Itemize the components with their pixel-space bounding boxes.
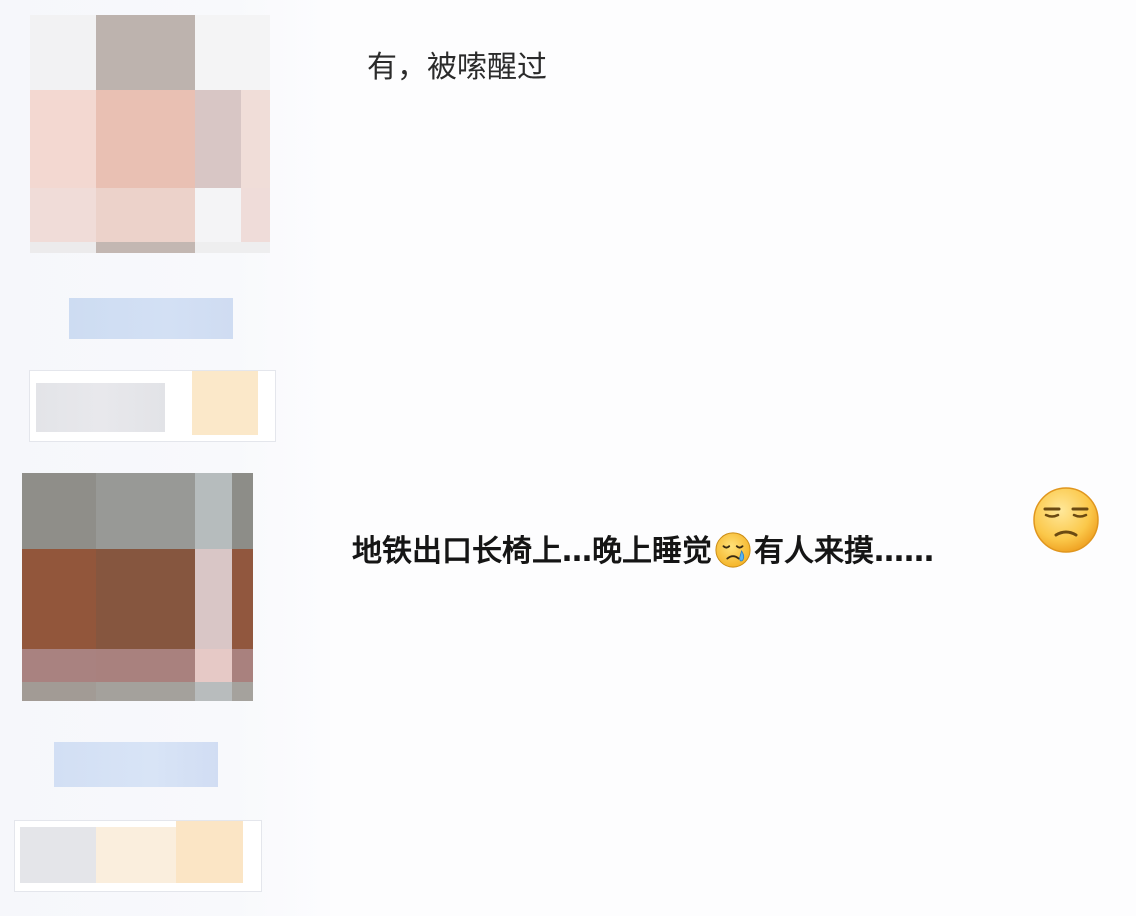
blurred-avatar-2[interactable] <box>22 473 253 701</box>
mosaic-cell <box>96 188 195 242</box>
mosaic-cell <box>241 90 270 188</box>
mosaic-cell <box>22 473 96 549</box>
mosaic-cell <box>195 682 232 701</box>
mosaic-cell <box>96 649 195 682</box>
blurred-username-2[interactable] <box>54 742 218 787</box>
mosaic-cell <box>22 549 96 649</box>
mosaic-cell <box>195 649 232 682</box>
mosaic-cell <box>195 242 241 253</box>
blurred-user-info-2 <box>14 820 262 892</box>
mosaic-cell <box>96 549 195 649</box>
mosaic-cell <box>96 90 195 188</box>
mosaic-cell <box>96 473 195 549</box>
blurred-badge <box>192 371 258 435</box>
mosaic-cell <box>241 188 270 242</box>
mosaic-cell <box>241 15 270 90</box>
blurred-user-info-1 <box>29 370 276 442</box>
mosaic-cell <box>30 90 96 188</box>
mosaic-cell <box>232 649 253 682</box>
mosaic-cell <box>22 649 96 682</box>
mosaic-cell <box>195 15 241 90</box>
mosaic-cell <box>96 682 195 701</box>
comment-text-1: 有，被嗦醒过 <box>367 50 547 85</box>
blurred-username-1[interactable] <box>69 298 233 339</box>
mosaic-cell <box>195 90 241 188</box>
comment-text-before-emoji: 地铁出口长椅上…晚上睡觉 <box>352 534 712 569</box>
blurred-info-block <box>36 383 165 432</box>
unamused-face-icon <box>1033 487 1099 553</box>
mosaic-cell <box>241 242 270 253</box>
mosaic-cell <box>96 242 195 253</box>
mosaic-cell <box>30 188 96 242</box>
sad-relieved-face-icon <box>715 532 751 568</box>
mosaic-cell <box>30 15 96 90</box>
blurred-info-block <box>96 827 176 883</box>
mosaic-cell <box>22 682 96 701</box>
mosaic-cell <box>232 682 253 701</box>
blurred-avatar-1[interactable] <box>30 15 270 253</box>
blurred-badge <box>176 821 243 883</box>
comment-text-after-emoji: 有人来摸…… <box>754 534 934 569</box>
mosaic-cell <box>232 549 253 649</box>
comment-text-2: 地铁出口长椅上…晚上睡觉 有人来摸…… <box>352 526 934 570</box>
mosaic-cell <box>232 473 253 549</box>
mosaic-cell <box>30 242 96 253</box>
mosaic-cell <box>195 549 232 649</box>
blurred-info-block <box>20 827 96 883</box>
mosaic-cell <box>195 188 241 242</box>
mosaic-cell <box>96 15 195 90</box>
mosaic-cell <box>195 473 232 549</box>
